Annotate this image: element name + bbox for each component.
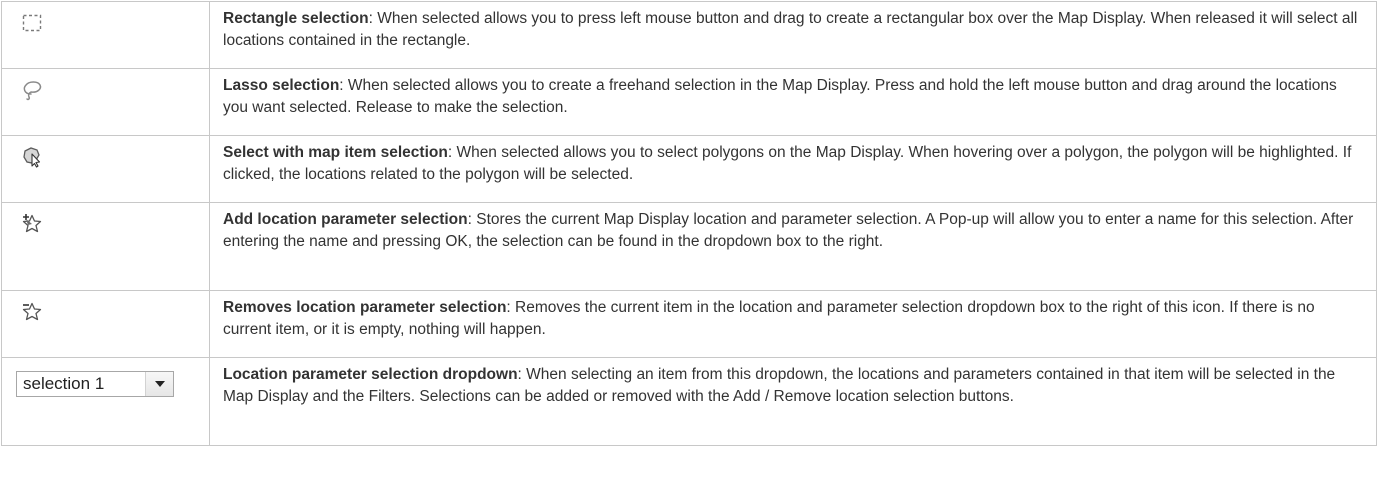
description-cell: Add location parameter selection: Stores… [209,202,1377,291]
description-cell: Lasso selection: When selected allows yo… [209,68,1377,136]
table-row: Removes location parameter selection: Re… [1,290,1377,358]
dropdown-selected-value: selection 1 [23,374,105,393]
table-row: Select with map item selection: When sel… [1,135,1377,203]
tool-title: Removes location parameter selection [223,299,507,316]
table-row: selection 1 Location parameter selection… [1,357,1377,446]
selection-dropdown[interactable]: selection 1 [16,371,174,397]
tool-title: Add location parameter selection [223,211,468,228]
table-row: Add location parameter selection: Stores… [1,202,1377,291]
icon-cell [1,68,210,136]
icon-cell [1,290,210,358]
tool-title: Select with map item selection [223,144,448,161]
dropdown-button[interactable] [145,372,173,396]
tool-description: : When selected allows you to press left… [223,10,1358,49]
chevron-down-icon [155,381,165,387]
icon-cell [1,1,210,69]
table-row: Lasso selection: When selected allows yo… [1,68,1377,136]
tool-title: Lasso selection [223,77,340,94]
map-item-selection-icon[interactable] [21,146,45,170]
tool-title: Rectangle selection [223,10,369,27]
rectangle-selection-icon[interactable] [21,12,45,36]
description-cell: Rectangle selection: When selected allow… [209,1,1377,69]
tool-description: : When selected allows you to create a f… [223,77,1337,116]
tool-title: Location parameter selection dropdown [223,366,518,383]
icon-cell [1,135,210,203]
icon-cell: selection 1 [1,357,210,446]
table-row: Rectangle selection: When selected allow… [1,1,1377,69]
description-cell: Removes location parameter selection: Re… [209,290,1377,358]
documentation-table-wrapper: Rectangle selection: When selected allow… [0,0,1382,500]
remove-star-icon[interactable] [21,301,45,325]
lasso-selection-icon[interactable] [21,79,45,103]
add-star-icon[interactable] [21,213,45,237]
description-cell: Select with map item selection: When sel… [209,135,1377,203]
selection-tools-table: Rectangle selection: When selected allow… [1,1,1377,446]
description-cell: Location parameter selection dropdown: W… [209,357,1377,446]
icon-cell [1,202,210,291]
